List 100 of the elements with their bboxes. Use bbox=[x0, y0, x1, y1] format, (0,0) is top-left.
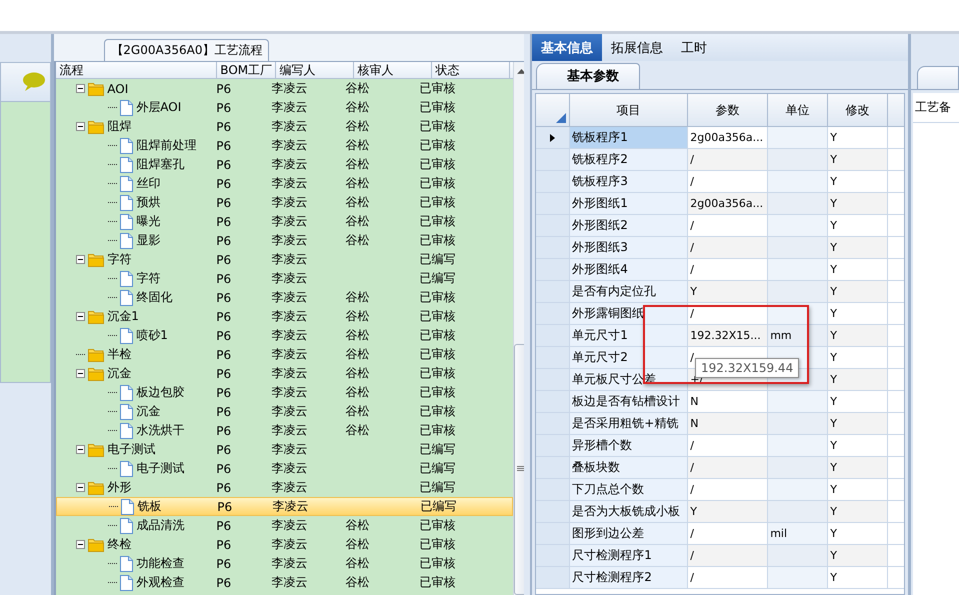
tab[interactable]: 拓展信息 bbox=[602, 34, 672, 61]
step-name: AOI bbox=[107, 82, 128, 96]
grid-row[interactable]: 外形图纸2 / Y bbox=[536, 215, 904, 237]
tree-row[interactable]: 铣板 P6 李凌云 已编写 bbox=[56, 497, 514, 516]
collapse-icon[interactable] bbox=[76, 540, 86, 549]
tab[interactable]: 工时 bbox=[672, 34, 716, 61]
collapse-icon[interactable] bbox=[76, 445, 86, 454]
speech-bubble-icon[interactable] bbox=[22, 72, 46, 92]
tree-row[interactable]: 字符 P6 李凌云 已编写 bbox=[56, 250, 514, 269]
notes-area[interactable] bbox=[913, 123, 959, 595]
tree-row[interactable]: 终检 P6 李凌云 谷松 已审核 bbox=[56, 535, 514, 554]
param-cell: / bbox=[688, 237, 768, 258]
item-cell: 铣板程序3 bbox=[570, 171, 688, 192]
collapse-icon[interactable] bbox=[76, 122, 86, 131]
column-header[interactable]: BOM工厂 bbox=[217, 62, 276, 78]
tree-row[interactable]: 丝印 P6 李凌云 谷松 已审核 bbox=[56, 174, 514, 193]
column-header[interactable]: 修改 bbox=[828, 94, 888, 126]
grid-row[interactable]: 是否有内定位孔 Y Y bbox=[536, 281, 904, 303]
grid-row[interactable]: 是否采用粗铣+精铣 N Y bbox=[536, 413, 904, 435]
grid-row[interactable]: 图形到边公差 / mil Y bbox=[536, 523, 904, 545]
column-header[interactable]: 核审人 bbox=[354, 62, 432, 78]
writer-text: 李凌云 bbox=[271, 480, 308, 494]
tree-row[interactable]: 功能检查 P6 李凌云 谷松 已审核 bbox=[56, 554, 514, 573]
tree-row[interactable]: 外形 P6 李凌云 已编写 bbox=[56, 478, 514, 497]
tree-row[interactable]: 沉金 P6 李凌云 谷松 已审核 bbox=[56, 364, 514, 383]
tree-row[interactable]: 阻焊塞孔 P6 李凌云 谷松 已审核 bbox=[56, 155, 514, 174]
grid-row[interactable]: 铣板程序3 / Y bbox=[536, 171, 904, 193]
column-header[interactable]: 项目 bbox=[570, 94, 688, 126]
item-cell: 外形露铜图纸 bbox=[570, 303, 688, 324]
tree-row[interactable]: 喷砂1 P6 李凌云 谷松 已审核 bbox=[56, 326, 514, 345]
reviewer-text: 谷松 bbox=[345, 100, 370, 114]
tree-row[interactable]: 沉金1 P6 李凌云 谷松 已审核 bbox=[56, 307, 514, 326]
tree-row[interactable]: 沉金 P6 李凌云 谷松 已审核 bbox=[56, 402, 514, 421]
tree-row[interactable]: 预烘 P6 李凌云 谷松 已审核 bbox=[56, 193, 514, 212]
status-text: 已审核 bbox=[419, 575, 456, 589]
writer-text: 李凌云 bbox=[271, 347, 308, 361]
collapse-icon[interactable] bbox=[76, 84, 86, 93]
column-header[interactable]: 参数 bbox=[688, 94, 768, 126]
step-name: 终固化 bbox=[136, 289, 172, 306]
notes-tab[interactable] bbox=[917, 66, 959, 89]
factory-text: P6 bbox=[216, 366, 232, 380]
scrollbar-thumb[interactable] bbox=[514, 344, 524, 595]
tree-row[interactable]: AOI P6 李凌云 谷松 已审核 bbox=[56, 79, 514, 98]
reviewer-text: 谷松 bbox=[345, 195, 370, 209]
file-icon bbox=[120, 176, 134, 192]
reviewer-text: 谷松 bbox=[345, 157, 370, 171]
file-icon bbox=[120, 232, 134, 248]
tree-row[interactable]: 成品清洗 P6 李凌云 谷松 已审核 bbox=[56, 516, 514, 535]
tree-row[interactable]: 显影 P6 李凌云 谷松 已审核 bbox=[56, 231, 514, 250]
grid-row[interactable]: 叠板块数 / Y bbox=[536, 457, 904, 479]
grid-row[interactable]: 铣板程序1 2g00a356a... Y bbox=[536, 127, 904, 149]
grid-row[interactable]: 下刀点总个数 / Y bbox=[536, 479, 904, 501]
status-text: 已审核 bbox=[419, 81, 456, 95]
step-name: 电子测试 bbox=[107, 441, 156, 458]
grid-row[interactable]: 外形图纸3 / Y bbox=[536, 237, 904, 259]
tree-row[interactable]: 阻焊前处理 P6 李凌云 谷松 已审核 bbox=[56, 136, 514, 155]
row-header[interactable] bbox=[536, 127, 570, 148]
tree-row[interactable]: 电子测试 P6 李凌云 已编写 bbox=[56, 440, 514, 459]
tree-row[interactable]: 半检 P6 李凌云 谷松 已审核 bbox=[56, 345, 514, 364]
status-text: 已审核 bbox=[419, 195, 456, 209]
grid-row[interactable]: 外形露铜图纸 / Y bbox=[536, 303, 904, 325]
panel-title[interactable]: 【2G00A356A0】工艺流程 bbox=[104, 39, 270, 61]
scroll-up-icon[interactable] bbox=[517, 68, 524, 74]
tree-row[interactable]: 水洗烘干 P6 李凌云 谷松 已审核 bbox=[56, 421, 514, 440]
grid-row[interactable]: 铣板程序2 / Y bbox=[536, 149, 904, 171]
reviewer-text: 谷松 bbox=[345, 119, 370, 133]
factory-text: P6 bbox=[216, 518, 232, 532]
column-header[interactable]: 状态 bbox=[432, 62, 510, 78]
status-text: 已审核 bbox=[419, 423, 456, 437]
tree-row[interactable]: 外观检查 P6 李凌云 谷松 已审核 bbox=[56, 573, 514, 592]
collapse-icon[interactable] bbox=[76, 369, 86, 378]
tree-row[interactable]: 电子测试 P6 李凌云 已编写 bbox=[56, 459, 514, 478]
grid-row[interactable]: 外形图纸4 / Y bbox=[536, 259, 904, 281]
folder-icon bbox=[88, 82, 104, 96]
file-icon bbox=[120, 214, 134, 230]
column-header[interactable]: 单位 bbox=[768, 94, 828, 126]
grid-row[interactable]: 尺寸检测程序1 / Y bbox=[536, 545, 904, 567]
tree-row[interactable]: 阻焊 P6 李凌云 谷松 已审核 bbox=[56, 117, 514, 136]
tab[interactable]: 基本信息 bbox=[532, 34, 602, 61]
grid-row[interactable]: 单元尺寸1 192.32X15... mm Y bbox=[536, 325, 904, 347]
factory-text: P6 bbox=[217, 500, 232, 514]
grid-row[interactable]: 异形槽个数 / Y bbox=[536, 435, 904, 457]
step-name: 外层AOI bbox=[136, 99, 182, 116]
collapse-icon[interactable] bbox=[76, 312, 86, 321]
collapse-icon[interactable] bbox=[76, 255, 86, 264]
grid-row[interactable]: 外形图纸1 2g00a356a... Y bbox=[536, 193, 904, 215]
tree-row[interactable]: 外层AOI P6 李凌云 谷松 已审核 bbox=[56, 98, 514, 117]
corner-triangle-icon[interactable] bbox=[556, 113, 566, 123]
grid-row[interactable]: 板边是否有钻槽设计 N Y bbox=[536, 391, 904, 413]
column-header[interactable]: 编写人 bbox=[276, 62, 354, 78]
tree-row[interactable]: 终固化 P6 李凌云 谷松 已审核 bbox=[56, 288, 514, 307]
grid-row[interactable]: 是否为大板铣成小板 Y Y bbox=[536, 501, 904, 523]
reviewer-text: 谷松 bbox=[345, 347, 370, 361]
tree-row[interactable]: 曝光 P6 李凌云 谷松 已审核 bbox=[56, 212, 514, 231]
collapse-icon[interactable] bbox=[76, 483, 86, 492]
tree-row[interactable]: 字符 P6 李凌云 已编写 bbox=[56, 269, 514, 288]
tree-row[interactable]: 板边包胶 P6 李凌云 谷松 已审核 bbox=[56, 383, 514, 402]
column-header[interactable]: 流程 bbox=[56, 62, 218, 78]
grid-row[interactable]: 尺寸检测程序2 / Y bbox=[536, 567, 904, 589]
sub-tab[interactable]: 基本参数 bbox=[536, 63, 640, 89]
